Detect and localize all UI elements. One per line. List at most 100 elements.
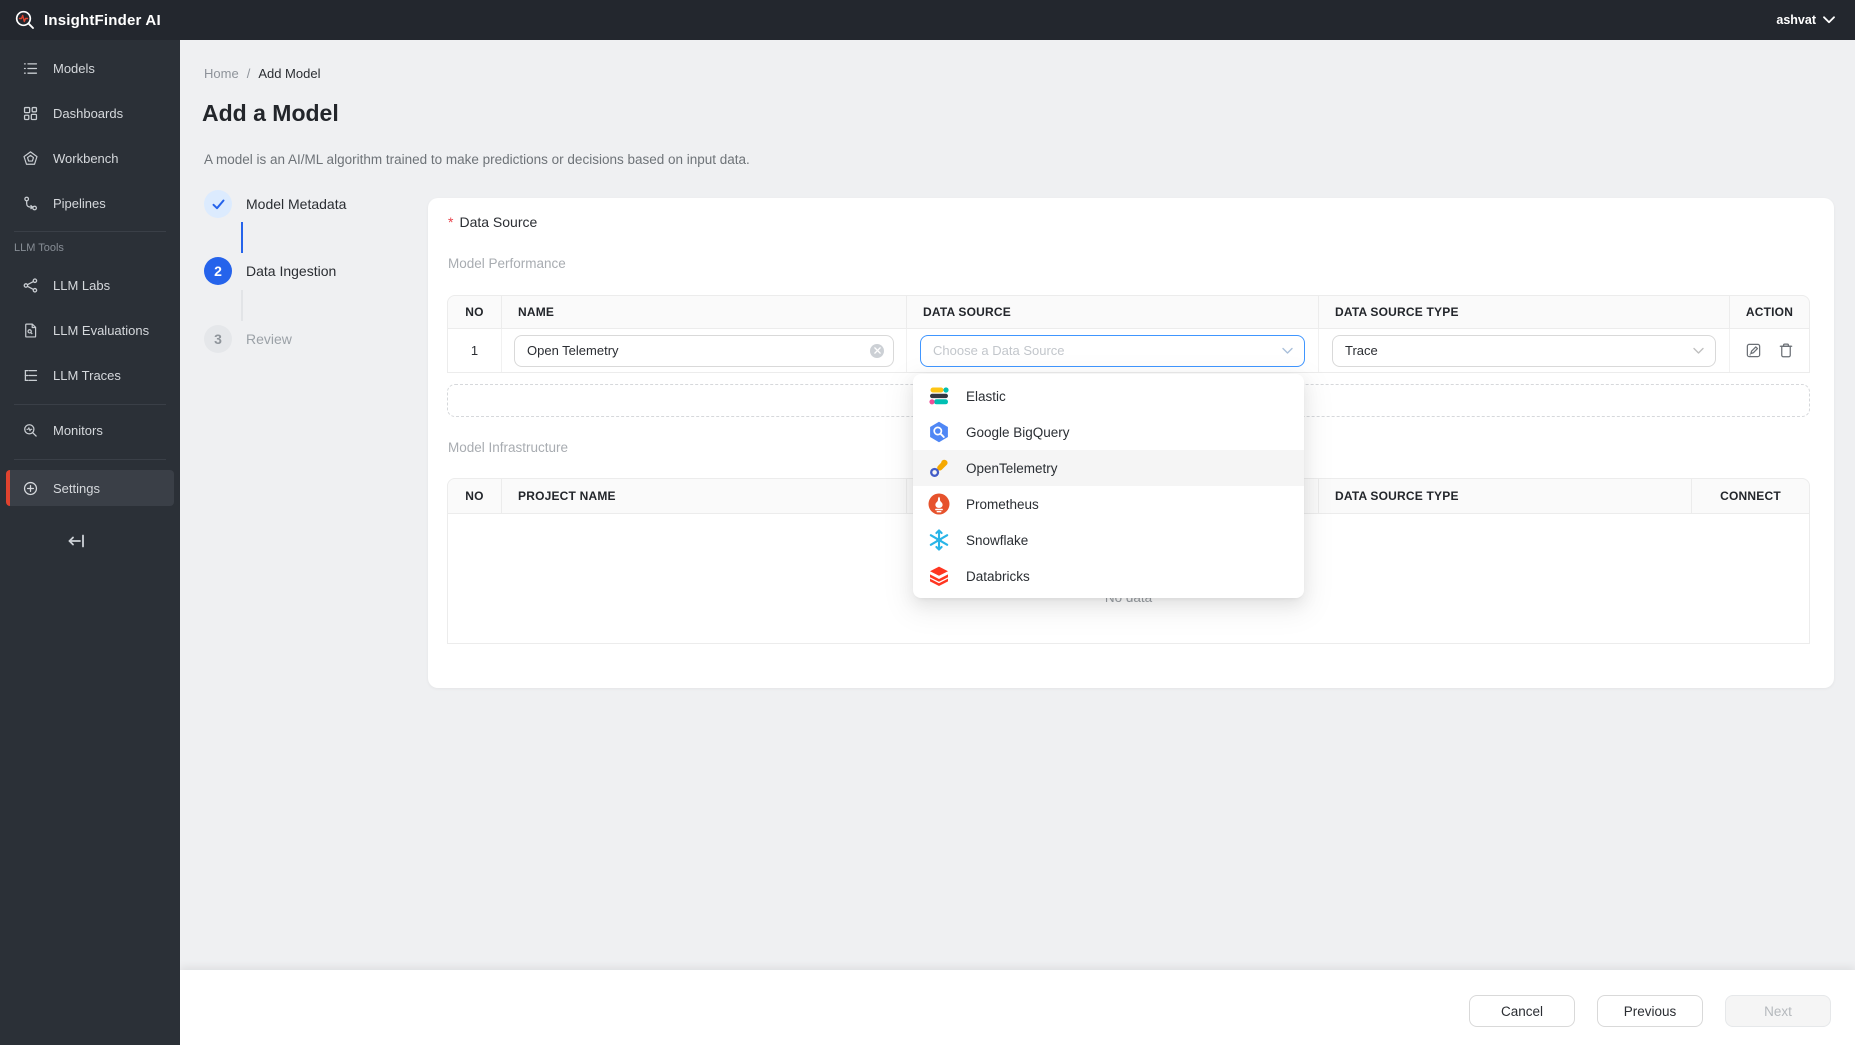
sidebar-item-label: Settings [53, 480, 100, 496]
step-model-metadata[interactable]: Model Metadata [204, 190, 346, 218]
dropdown-option-label: OpenTelemetry [966, 460, 1058, 476]
chevron-down-icon [1282, 347, 1293, 354]
sidebar-item-models[interactable]: Models [0, 48, 180, 88]
page-title: Add a Model [202, 100, 339, 126]
sidebar-divider [14, 459, 166, 460]
monitors-icon [24, 423, 37, 437]
step-label: Review [246, 331, 292, 347]
dashboards-grid-icon [23, 106, 38, 120]
databricks-icon [927, 564, 951, 588]
dropdown-option-snowflake[interactable]: Snowflake [913, 522, 1304, 558]
table-header-row: NO NAME DATA SOURCE DATA SOURCE TYPE ACT… [447, 295, 1810, 329]
insightfinder-logo-icon [14, 9, 36, 31]
sidebar-item-label: LLM Evaluations [53, 322, 150, 338]
sidebar-section-llm-tools: LLM Tools [14, 242, 64, 254]
collapse-arrow-icon [68, 534, 84, 548]
breadcrumb-home-link[interactable]: Home [204, 66, 239, 81]
llm-labs-share-icon [23, 277, 38, 293]
required-asterisk: * [448, 214, 454, 230]
action-cell [1729, 329, 1809, 372]
pipelines-branch-icon [24, 196, 38, 210]
data-source-cell: Choose a Data Source [906, 329, 1318, 372]
step-pending-circle: 3 [204, 325, 232, 353]
sidebar-item-monitors[interactable]: Monitors [0, 410, 180, 450]
data-source-label-text: Data Source [459, 214, 538, 230]
step-connector [241, 290, 243, 321]
model-performance-table: NO NAME DATA SOURCE DATA SOURCE TYPE ACT… [447, 295, 1810, 373]
step-done-circle [204, 190, 232, 218]
name-input[interactable] [514, 334, 894, 367]
delete-row-icon[interactable] [1778, 342, 1794, 359]
step-label: Data Ingestion [246, 263, 337, 279]
sidebar-item-label: Models [53, 60, 95, 76]
llm-traces-tree-icon [24, 369, 38, 381]
col-header-data-source-type: DATA SOURCE TYPE [1318, 479, 1691, 513]
sidebar-item-llm-traces[interactable]: LLM Traces [0, 355, 180, 395]
breadcrumb-current: Add Model [258, 66, 321, 81]
col-header-data-source: DATA SOURCE [906, 296, 1318, 328]
dropdown-option-elastic[interactable]: Elastic [913, 378, 1304, 414]
brand: InsightFinder AI [14, 9, 161, 31]
previous-button[interactable]: Previous [1597, 995, 1703, 1027]
elastic-icon [927, 384, 951, 408]
prometheus-icon [927, 492, 951, 516]
sidebar-item-llm-labs[interactable]: LLM Labs [0, 265, 180, 305]
col-header-project-name: PROJECT NAME [501, 479, 906, 513]
sidebar-item-workbench[interactable]: Workbench [0, 138, 180, 178]
step-active-circle: 2 [204, 257, 232, 285]
breadcrumb-separator: / [246, 66, 251, 81]
user-menu[interactable]: ashvat [1776, 13, 1835, 27]
google-bigquery-icon [927, 420, 951, 444]
brand-name: InsightFinder AI [44, 11, 161, 29]
data-source-type-cell: Trace [1318, 329, 1729, 372]
next-button[interactable]: Next [1725, 995, 1831, 1027]
dropdown-option-databricks[interactable]: Databricks [913, 558, 1304, 594]
dropdown-option-google-bigquery[interactable]: Google BigQuery [913, 414, 1304, 450]
sidebar: Models Dashboards Workbench Pipelines LL… [0, 40, 180, 1045]
llm-evaluations-file-icon [25, 323, 37, 338]
row-number-cell: 1 [470, 343, 479, 358]
col-header-no: NO [465, 489, 484, 503]
col-header-connect: CONNECT [1691, 479, 1809, 513]
snowflake-icon [927, 528, 951, 552]
step-review[interactable]: 3 Review [204, 325, 292, 353]
col-header-action: ACTION [1729, 296, 1809, 328]
dropdown-option-label: Databricks [966, 568, 1030, 584]
dropdown-option-prometheus[interactable]: Prometheus [913, 486, 1304, 522]
breadcrumb: Home / Add Model [204, 66, 320, 81]
opentelemetry-icon [927, 456, 951, 480]
workbench-icon [23, 150, 38, 165]
chevron-down-icon [1693, 347, 1704, 354]
settings-plus-circle-icon [23, 481, 38, 495]
sidebar-item-dashboards[interactable]: Dashboards [0, 93, 180, 133]
dropdown-option-label: Prometheus [966, 496, 1039, 512]
data-source-select[interactable]: Choose a Data Source [920, 334, 1305, 367]
sidebar-item-pipelines[interactable]: Pipelines [0, 183, 180, 223]
cancel-button[interactable]: Cancel [1469, 995, 1575, 1027]
sidebar-item-label: Pipelines [53, 195, 106, 211]
col-header-name: NAME [501, 296, 906, 328]
data-source-dropdown: Elastic Google BigQuery OpenTelemetry Pr… [913, 374, 1304, 598]
sidebar-collapse-button[interactable] [62, 529, 90, 553]
data-source-type-value: Trace [1345, 343, 1378, 358]
sidebar-item-llm-evaluations[interactable]: LLM Evaluations [0, 310, 180, 350]
model-performance-label: Model Performance [448, 256, 566, 271]
data-source-field-label: * Data Source [448, 214, 537, 230]
step-data-ingestion[interactable]: 2 Data Ingestion [204, 257, 336, 285]
col-header-data-source-type: DATA SOURCE TYPE [1318, 296, 1729, 328]
username: ashvat [1776, 13, 1816, 27]
sidebar-item-settings[interactable]: Settings [6, 470, 174, 506]
sidebar-divider [14, 404, 166, 405]
data-source-type-select[interactable]: Trace [1332, 334, 1716, 367]
data-source-placeholder: Choose a Data Source [933, 343, 1065, 358]
dropdown-option-opentelemetry[interactable]: OpenTelemetry [913, 450, 1304, 486]
sidebar-item-label: Workbench [53, 150, 119, 166]
step-connector [241, 222, 243, 253]
sidebar-item-label: LLM Labs [53, 277, 111, 293]
models-list-icon [23, 62, 38, 74]
step-label: Model Metadata [246, 196, 347, 212]
clear-input-icon[interactable] [870, 343, 884, 358]
edit-row-icon[interactable] [1745, 342, 1762, 359]
dropdown-option-label: Snowflake [966, 532, 1029, 548]
name-cell [501, 329, 906, 372]
